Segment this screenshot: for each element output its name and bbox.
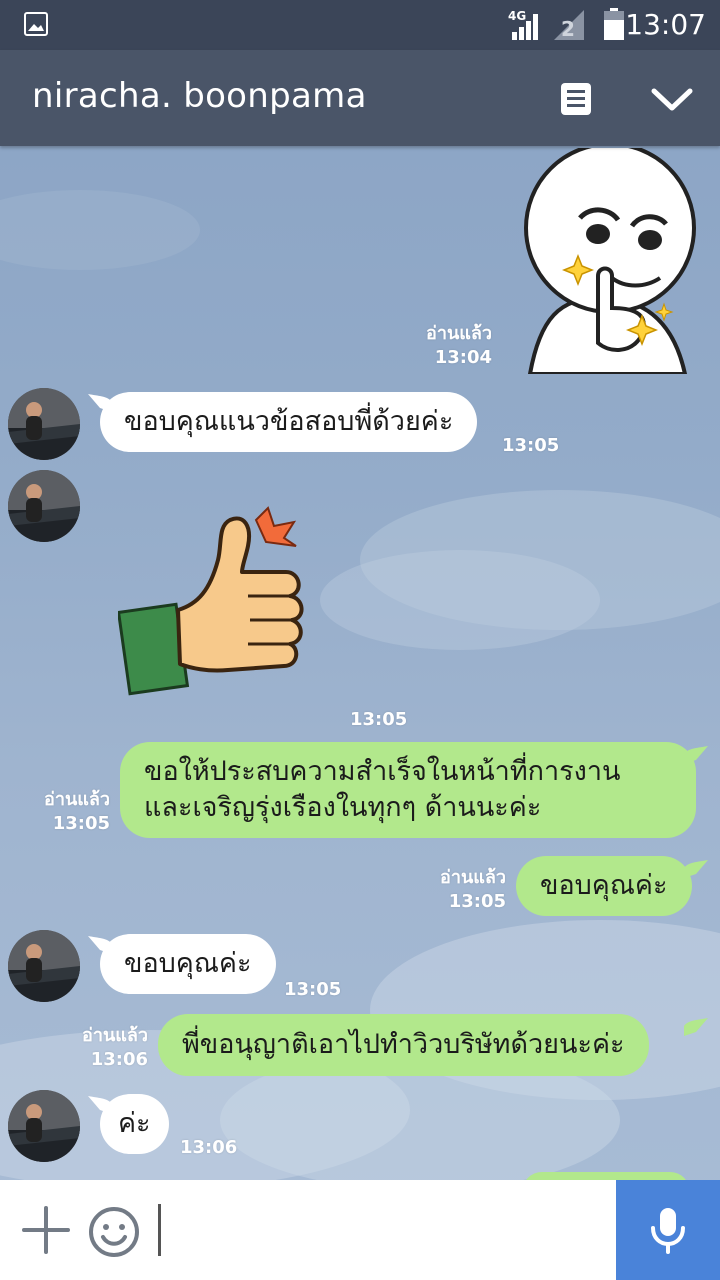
incoming-message[interactable]: ขอบคุณแนวข้อสอบพี่ด้วยค่ะ (100, 392, 478, 452)
outgoing-message[interactable]: ขอให้ประสบความสำเร็จในหน้าที่การงาน และเ… (120, 742, 696, 838)
notes-icon[interactable] (560, 82, 592, 116)
avatar[interactable] (8, 1090, 80, 1162)
bubble-tail (684, 860, 708, 878)
message-time: 13:05 (284, 979, 342, 1000)
message-time: 13:04 (434, 347, 492, 368)
bubble-tail (684, 746, 708, 764)
emoji-icon[interactable] (88, 1206, 140, 1258)
message-text-line-1: ขอให้ประสบความสำเร็จในหน้าที่การงาน (144, 756, 621, 787)
message-time: 13:06 (180, 1137, 238, 1158)
incoming-message[interactable]: ค่ะ (100, 1094, 169, 1154)
message-text: ขอบคุณค่ะ (124, 948, 252, 979)
message-text: ค่ะ (118, 1108, 151, 1139)
chevron-down-icon[interactable] (650, 86, 694, 114)
message-meta: อ่านแล้ว 13:04 (380, 322, 492, 370)
message-time: 13:05 (448, 891, 506, 912)
message-meta: อ่านแล้ว 13:06 (40, 1024, 148, 1072)
sticker-thumbs-up[interactable] (116, 500, 314, 696)
message-text: พี่ขอนุญาติเอาไปทำวิวบริษัทด้วยนะค่ะ (182, 1029, 625, 1060)
read-receipt: อ่านแล้ว (82, 1025, 148, 1046)
read-receipt: อ่านแล้ว (44, 789, 110, 810)
avatar[interactable] (8, 470, 80, 542)
message-meta: อ่านแล้ว 13:05 (0, 788, 110, 836)
battery-icon (604, 8, 624, 40)
status-bar: 4G 2 13:07 (0, 0, 720, 50)
incoming-message[interactable]: ขอบคุณค่ะ (100, 934, 276, 994)
text-input-cursor[interactable] (158, 1204, 161, 1256)
message-time: 13:06 (90, 1049, 148, 1070)
message-meta: อ่านแล้ว 13:05 (400, 866, 506, 914)
chat-header: niracha. boonpama (0, 50, 720, 146)
message-text: ขอบคุณแนวข้อสอบพี่ด้วยค่ะ (124, 406, 454, 437)
signal-icon: 4G (508, 8, 544, 44)
sticker-smug-face[interactable] (500, 142, 710, 376)
avatar[interactable] (8, 930, 80, 1002)
read-receipt: อ่านแล้ว (440, 867, 506, 888)
plus-icon[interactable] (22, 1206, 70, 1254)
message-time: 13:05 (350, 709, 408, 730)
message-time: 13:05 (52, 813, 110, 834)
network-label: 4G (508, 9, 526, 23)
svg-text:2: 2 (561, 17, 575, 40)
image-icon (24, 12, 48, 36)
microphone-button[interactable] (616, 1180, 720, 1280)
outgoing-message[interactable]: ขอบคุณค่ะ (516, 856, 692, 916)
message-text: ขอบคุณค่ะ (540, 870, 668, 901)
message-time: 13:05 (502, 435, 560, 456)
microphone-icon (651, 1208, 685, 1254)
message-text-line-2: และเจริญรุ่งเรืองในทุกๆ ด้านนะค่ะ (144, 792, 542, 823)
outgoing-message[interactable]: พี่ขอนุญาติเอาไปทำวิวบริษัทด้วยนะค่ะ (158, 1014, 649, 1076)
clock: 13:07 (625, 8, 706, 41)
chat-title: niracha. boonpama (32, 76, 367, 116)
bubble-tail (684, 1018, 708, 1036)
message-input-bar (0, 1180, 720, 1280)
sim-signal-icon: 2 (554, 10, 584, 40)
read-receipt: อ่านแล้ว (426, 323, 492, 344)
avatar[interactable] (8, 388, 80, 460)
